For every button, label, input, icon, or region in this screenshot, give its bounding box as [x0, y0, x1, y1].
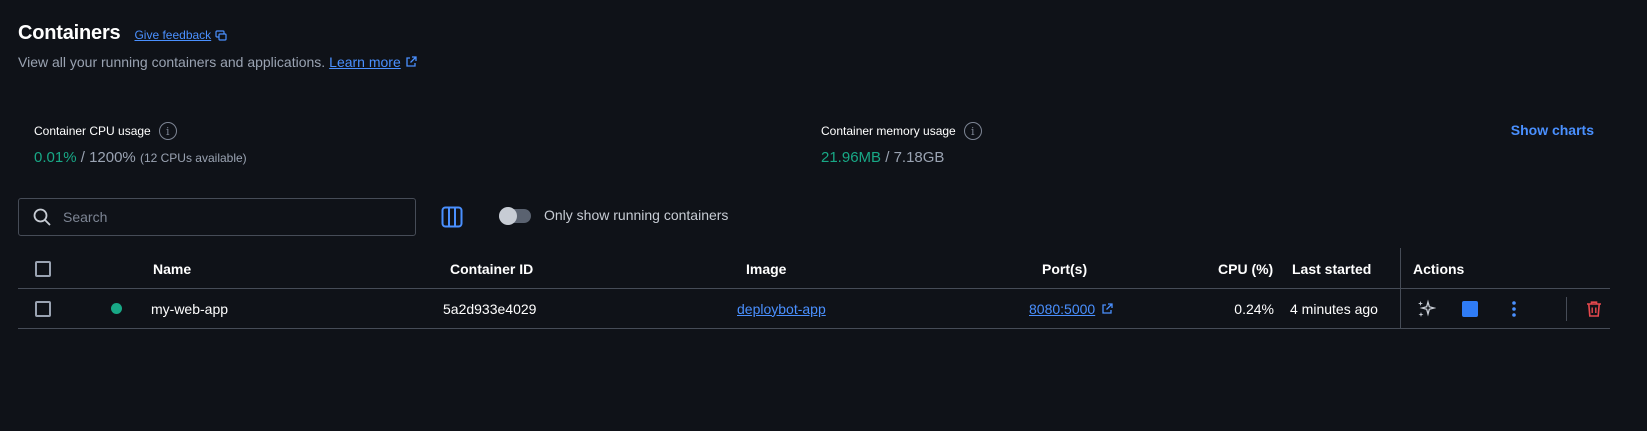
columns-icon[interactable]: [441, 206, 463, 228]
column-header-actions: Actions: [1413, 261, 1465, 277]
give-feedback-link[interactable]: Give feedback: [134, 28, 227, 42]
toggle-knob: [499, 207, 517, 225]
port-link[interactable]: 8080:5000: [1029, 301, 1113, 317]
page-subtitle: View all your running containers and app…: [18, 54, 326, 70]
table-row[interactable]: my-web-app 5a2d933e4029 deploybot-app 80…: [18, 289, 1610, 329]
memory-usage-value: 21.96MB: [821, 149, 882, 166]
last-started: 4 minutes ago: [1290, 300, 1378, 317]
page-title: Containers: [18, 22, 121, 44]
containers-table: Name Container ID Image Port(s) CPU (%) …: [18, 248, 1610, 329]
cpu-separator: /: [76, 149, 90, 166]
action-divider: [1566, 297, 1567, 321]
ai-sparkle-button[interactable]: [1415, 298, 1437, 320]
memory-usage-label: Container memory usage: [821, 124, 956, 138]
learn-more-label: Learn more: [329, 54, 401, 70]
learn-more-link[interactable]: Learn more: [329, 54, 417, 70]
row-checkbox[interactable]: [35, 300, 51, 317]
search-input[interactable]: [63, 209, 383, 225]
column-header-name[interactable]: Name: [153, 250, 191, 288]
info-icon[interactable]: i: [963, 122, 982, 140]
select-all-checkbox[interactable]: [35, 261, 51, 277]
cpu-usage-value: 0.01%: [34, 149, 77, 166]
running-only-toggle[interactable]: [499, 207, 531, 225]
stop-button[interactable]: [1459, 298, 1481, 320]
stop-icon: [1462, 301, 1478, 317]
table-header: Name Container ID Image Port(s) CPU (%) …: [18, 248, 1610, 329]
feedback-icon: [215, 30, 227, 41]
external-link-icon: [406, 56, 417, 67]
give-feedback-label: Give feedback: [134, 28, 212, 42]
show-charts-button[interactable]: Show charts: [1511, 122, 1594, 138]
cpu-available-note: (12 CPUs available): [139, 151, 247, 165]
image-link[interactable]: deploybot-app: [737, 301, 826, 317]
page-header: Containers Give feedback View all your r…: [18, 22, 417, 70]
port-label: 8080:5000: [1029, 300, 1096, 317]
running-status-dot: [111, 303, 122, 314]
cpu-percent: 0.24%: [1234, 300, 1274, 317]
running-only-label: Only show running containers: [544, 207, 729, 223]
info-icon[interactable]: i: [158, 122, 177, 140]
column-header-image[interactable]: Image: [746, 250, 786, 288]
cpu-usage-label: Container CPU usage: [34, 124, 151, 138]
more-vertical-icon: [1512, 301, 1516, 317]
containers-page: Containers Give feedback View all your r…: [0, 0, 1647, 431]
ai-sparkle-icon: [1418, 299, 1436, 317]
delete-button[interactable]: [1583, 298, 1605, 320]
cpu-usage-stat: Container CPU usage i 0.01% / 1200% (12 …: [34, 122, 247, 166]
cpu-total: 1200%: [89, 149, 136, 166]
container-name[interactable]: my-web-app: [151, 289, 228, 328]
search-box[interactable]: [18, 198, 416, 236]
container-id: 5a2d933e4029: [443, 300, 537, 317]
more-actions-button[interactable]: [1503, 298, 1525, 320]
memory-usage-stat: Container memory usage i 21.96MB / 7.18G…: [821, 122, 982, 166]
memory-separator: /: [881, 149, 894, 166]
search-icon: [33, 208, 51, 226]
column-header-ports[interactable]: Port(s): [1042, 250, 1087, 288]
column-header-cpu[interactable]: CPU (%): [1218, 250, 1273, 288]
external-link-icon: [1102, 302, 1113, 314]
column-header-last-started[interactable]: Last started: [1292, 250, 1371, 288]
column-header-container-id[interactable]: Container ID: [450, 250, 533, 288]
memory-total: 7.18GB: [893, 149, 945, 166]
trash-icon: [1587, 301, 1601, 317]
